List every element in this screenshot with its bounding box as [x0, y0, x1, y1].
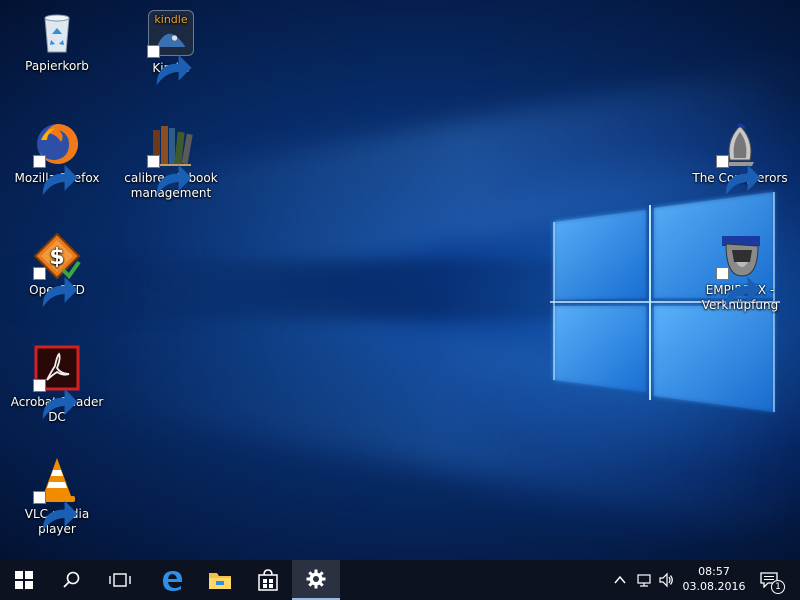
store-icon — [258, 569, 278, 591]
start-button[interactable] — [0, 560, 48, 600]
kindle-logo-text: kindle — [154, 13, 188, 26]
edge-icon — [163, 571, 182, 591]
search-icon — [63, 571, 80, 588]
desktop-icon-label: Papierkorb — [25, 59, 89, 73]
search-button[interactable] — [48, 560, 96, 600]
shortcut-arrow-icon — [147, 155, 192, 196]
store-button[interactable] — [244, 560, 292, 600]
desktop-icon-vlc[interactable]: VLC media player — [9, 456, 105, 537]
desktop-icon-empiresx[interactable]: EMPIRESX - Verknüpfung — [692, 232, 788, 313]
task-view-button[interactable] — [96, 560, 144, 600]
folder-icon — [209, 573, 231, 589]
windows-logo-wallpaper — [550, 192, 780, 412]
desktop-icon-kindle[interactable]: kindle Kindle — [123, 8, 219, 86]
system-clock[interactable]: 08:57 03.08.2016 — [678, 564, 750, 594]
taskbar: 08:57 03.08.2016 1 — [0, 560, 800, 600]
recycle-bin-icon — [44, 14, 70, 53]
edge-button[interactable] — [148, 560, 196, 600]
light-ray — [0, 260, 800, 320]
shortcut-arrow-icon — [33, 491, 78, 532]
desktop-icon-recycle-bin[interactable]: Papierkorb — [9, 8, 105, 74]
action-center-button[interactable]: 1 — [752, 560, 792, 600]
task-view-icon — [109, 573, 131, 587]
notification-count-badge: 1 — [771, 580, 785, 594]
windows-start-icon — [15, 571, 33, 589]
shortcut-arrow-icon — [33, 379, 78, 420]
shortcut-arrow-icon — [33, 155, 78, 196]
shortcut-arrow-icon — [147, 45, 192, 86]
gear-icon — [306, 569, 326, 589]
volume-icon[interactable] — [658, 572, 674, 588]
desktop-icon-openttd[interactable]: $ OpenTTD — [9, 232, 105, 308]
network-icon[interactable] — [636, 572, 652, 588]
file-explorer-button[interactable] — [196, 560, 244, 600]
desktop[interactable]: Papierkorb kindle Kindle Mozilla Fi — [0, 0, 800, 560]
clock-time: 08:57 — [698, 565, 730, 578]
chevron-up-icon[interactable] — [612, 572, 628, 588]
desktop-icon-calibre[interactable]: calibre - E-book management — [123, 120, 219, 201]
svg-text:$: $ — [49, 245, 64, 270]
desktop-icon-acrobat-reader[interactable]: Acrobat Reader DC — [9, 344, 105, 425]
settings-button[interactable] — [292, 560, 340, 600]
shortcut-arrow-icon — [716, 267, 761, 308]
shortcut-arrow-icon — [33, 267, 78, 308]
clock-date: 03.08.2016 — [682, 580, 746, 593]
desktop-icon-firefox[interactable]: Mozilla Firefox — [9, 120, 105, 196]
desktop-icon-the-conquerors[interactable]: The Conquerors — [692, 120, 788, 196]
shortcut-arrow-icon — [716, 155, 761, 196]
